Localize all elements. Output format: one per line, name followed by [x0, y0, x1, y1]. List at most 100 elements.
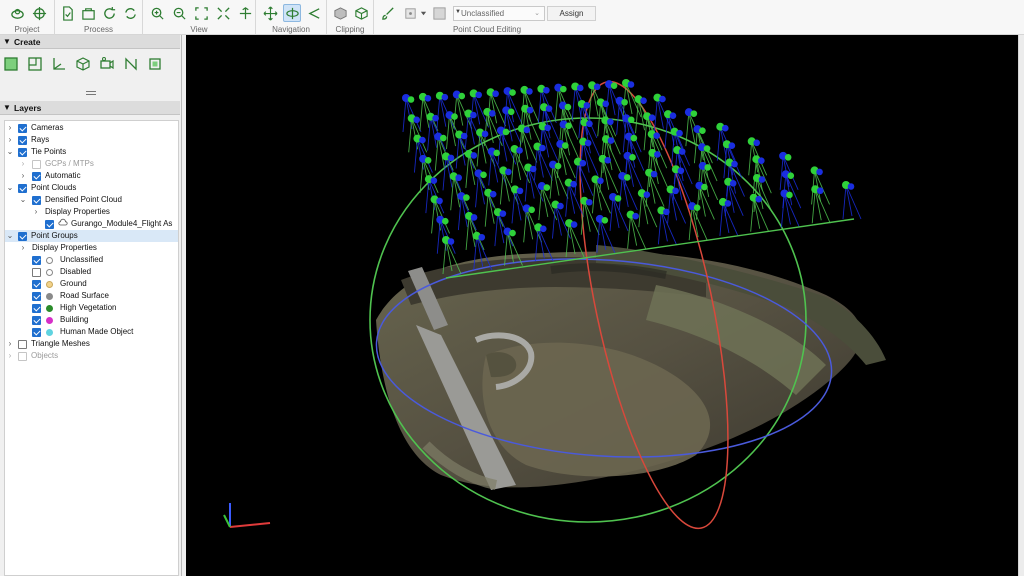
camera-point — [728, 142, 736, 149]
tree-item-tie-points[interactable]: ⌄ Tie Points — [5, 146, 178, 158]
triangle-meshes-checkbox[interactable] — [18, 340, 27, 349]
camera-point — [516, 187, 524, 195]
tie-points-checkbox[interactable] — [18, 148, 27, 157]
tree-item-cameras[interactable]: › Cameras — [5, 122, 178, 134]
point-groups-checkbox[interactable] — [18, 232, 27, 241]
tree-item-group-unclassified[interactable]: Unclassified — [5, 254, 178, 266]
chevron-right-icon[interactable]: › — [6, 338, 14, 350]
high-vegetation-checkbox[interactable] — [32, 304, 41, 313]
tree-item-point-groups[interactable]: ⌄ Point Groups — [5, 230, 178, 242]
chevron-down-icon[interactable]: ⌄ — [6, 182, 14, 194]
create-line-icon[interactable] — [122, 55, 140, 73]
ground-checkbox[interactable] — [32, 280, 41, 289]
select-point-icon[interactable] — [401, 4, 419, 22]
tree-item-point-cloud-file[interactable]: Gurango_Module4_Flight As — [5, 218, 178, 230]
project-icon[interactable] — [8, 4, 26, 22]
document-check-icon[interactable] — [58, 4, 76, 22]
aerial-view-icon[interactable] — [236, 4, 254, 22]
move-icon[interactable] — [261, 4, 279, 22]
chevron-down-icon[interactable]: ⌄ — [6, 146, 14, 158]
gcps-checkbox[interactable] — [32, 160, 41, 169]
camera-point — [630, 134, 638, 142]
camera-ray — [750, 197, 755, 232]
group-color-dot — [46, 305, 53, 312]
zoom-in-icon[interactable] — [148, 4, 166, 22]
tree-item-densified-point-cloud[interactable]: ⌄ Densified Point Cloud — [5, 194, 178, 206]
tree-item-automatic[interactable]: › Automatic — [5, 170, 178, 182]
camera-ray — [657, 210, 662, 245]
class-color-swatch[interactable] — [430, 4, 448, 22]
objects-checkbox[interactable] — [18, 352, 27, 361]
fit-view-icon[interactable] — [192, 4, 210, 22]
tree-item-group-ground[interactable]: Ground — [5, 278, 178, 290]
camera-ray — [693, 129, 698, 164]
chevron-down-icon[interactable]: ⌄ — [6, 230, 14, 242]
clip-cube-icon[interactable] — [352, 4, 370, 22]
tree-item-gcps[interactable]: › GCPs / MTPs — [5, 158, 178, 170]
building-checkbox[interactable] — [32, 316, 41, 325]
camera-ray — [784, 193, 800, 228]
camera-point — [499, 210, 507, 217]
automatic-checkbox[interactable] — [32, 172, 41, 181]
tree-item-point-clouds[interactable]: ⌄ Point Clouds — [5, 182, 178, 194]
tree-item-group-disabled[interactable]: Disabled — [5, 266, 178, 278]
create-video-icon[interactable] — [98, 55, 116, 73]
cameras-checkbox[interactable] — [18, 124, 27, 133]
create-surface-icon[interactable] — [2, 55, 20, 73]
pan-back-icon[interactable] — [305, 4, 323, 22]
point-cloud-file-checkbox[interactable] — [45, 220, 54, 229]
clip-box-icon[interactable] — [331, 4, 349, 22]
assign-button[interactable]: Assign — [547, 6, 596, 21]
tree-item-group-building[interactable]: Building — [5, 314, 178, 326]
orbit-icon[interactable] — [283, 4, 301, 22]
chevron-down-icon[interactable] — [419, 4, 427, 22]
unclassified-checkbox[interactable] — [32, 256, 41, 265]
create-polyline-icon[interactable] — [26, 55, 44, 73]
chevron-right-icon[interactable]: › — [6, 350, 14, 362]
camera-point — [492, 90, 499, 98]
collapse-view-icon[interactable] — [214, 4, 232, 22]
camera-ray — [475, 173, 479, 208]
chevron-right-icon[interactable]: › — [6, 122, 14, 134]
refresh-icon[interactable] — [100, 4, 118, 22]
panel-splitter-handle[interactable] — [86, 91, 96, 95]
3d-viewport[interactable] — [186, 35, 1018, 576]
create-section-header[interactable]: ▼ Create — [0, 35, 180, 49]
rays-checkbox[interactable] — [18, 136, 27, 145]
tree-item-group-high-vegetation[interactable]: High Vegetation — [5, 302, 178, 314]
layers-section-header[interactable]: ▼ Layers — [0, 101, 180, 115]
camera-point — [441, 93, 449, 101]
chevron-right-icon[interactable]: › — [6, 134, 14, 146]
tree-item-group-human-made-object[interactable]: Human Made Object — [5, 326, 178, 338]
chevron-right-icon[interactable]: › — [19, 170, 27, 182]
tree-item-group-road-surface[interactable]: Road Surface — [5, 290, 178, 302]
tree-item-display-properties[interactable]: › Display Properties — [5, 206, 178, 218]
classification-select[interactable]: ▼ Unclassified ⌄ — [453, 6, 545, 21]
camera-point — [816, 168, 823, 176]
disabled-checkbox[interactable] — [32, 268, 41, 277]
tree-item-display-properties[interactable]: › Display Properties — [5, 242, 178, 254]
crosshair-icon[interactable] — [30, 4, 48, 22]
point-clouds-checkbox[interactable] — [18, 184, 27, 193]
tree-item-objects[interactable]: › Objects — [5, 350, 178, 362]
chevron-down-icon[interactable]: ⌄ — [19, 194, 27, 206]
road-surface-checkbox[interactable] — [32, 292, 41, 301]
sync-icon[interactable] — [121, 4, 139, 22]
chevron-right-icon[interactable]: › — [32, 206, 40, 218]
human-made-object-checkbox[interactable] — [32, 328, 41, 337]
process-box-icon[interactable] — [79, 4, 97, 22]
3d-scene — [223, 79, 886, 530]
chevron-right-icon[interactable]: › — [19, 158, 27, 170]
viewport-right-scrollbar[interactable] — [1018, 35, 1024, 576]
camera-ray — [436, 219, 441, 254]
brush-icon[interactable] — [379, 4, 397, 22]
densified-point-cloud-checkbox[interactable] — [32, 196, 41, 205]
zoom-out-icon[interactable] — [170, 4, 188, 22]
create-axis-icon[interactable] — [50, 55, 68, 73]
create-orthoplane-icon[interactable] — [146, 55, 164, 73]
camera-ray — [653, 97, 658, 132]
tree-item-rays[interactable]: › Rays — [5, 134, 178, 146]
create-volume-icon[interactable] — [74, 55, 92, 73]
tree-item-triangle-meshes[interactable]: › Triangle Meshes — [5, 338, 178, 350]
chevron-right-icon[interactable]: › — [19, 242, 27, 254]
